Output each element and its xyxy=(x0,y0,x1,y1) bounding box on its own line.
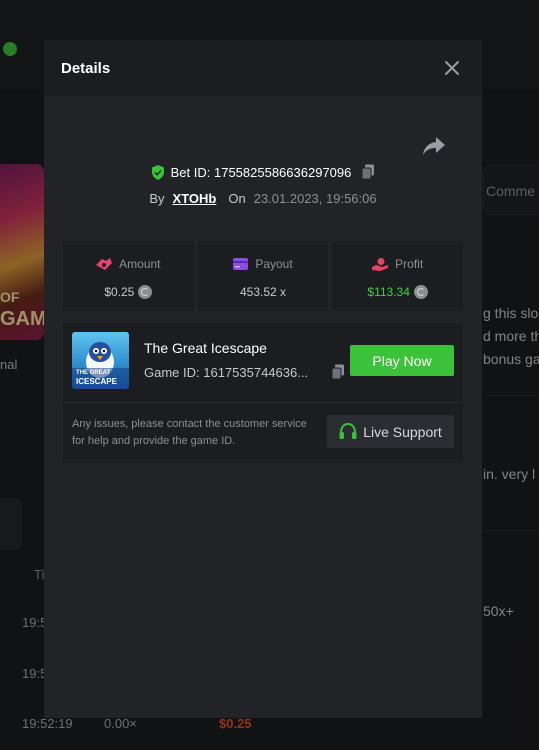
card-divider xyxy=(63,402,463,403)
username-link[interactable]: XTOHb xyxy=(173,191,217,206)
bet-id-row: Bet ID: 1755825586636297096 xyxy=(44,162,482,182)
headset-icon xyxy=(339,423,357,439)
game-thumb-title: THE GREAT ICESCAPE xyxy=(76,370,117,386)
on-label: On xyxy=(228,190,246,206)
modal-header: Details xyxy=(44,40,482,96)
bet-details-modal: Details Bet ID: 1755825586636297096 By X… xyxy=(44,40,482,718)
stat-label: Payout xyxy=(255,257,293,271)
stat-value: $113.34 xyxy=(367,285,410,299)
payout-card-icon xyxy=(233,258,249,270)
stat-label: Amount xyxy=(119,257,161,271)
stat-profit: Profit $113.34 xyxy=(332,241,464,311)
copy-bet-id-icon[interactable] xyxy=(361,164,375,180)
modal-title: Details xyxy=(61,60,111,77)
copy-game-id-icon[interactable] xyxy=(331,364,345,380)
play-now-button[interactable]: Play Now xyxy=(350,345,454,376)
profit-icon xyxy=(372,257,389,271)
share-icon[interactable] xyxy=(422,135,446,157)
game-thumbnail[interactable]: THE GREAT ICESCAPE xyxy=(72,332,129,389)
by-label: By xyxy=(149,190,165,206)
stat-value: 453.52 x xyxy=(239,285,287,299)
bet-id: Bet ID: 1755825586636297096 xyxy=(170,164,352,180)
game-id-row: Game ID: 1617535744636... xyxy=(144,364,345,380)
coin-icon xyxy=(138,285,153,299)
live-support-button[interactable]: Live Support xyxy=(327,415,454,448)
stat-amount: Amount $0.25 xyxy=(63,241,194,311)
bet-stats: Amount $0.25 Payout 453.52 x Profit $113… xyxy=(63,241,464,311)
game-card: THE GREAT ICESCAPE The Great Icescape Ga… xyxy=(63,323,463,463)
game-name: The Great Icescape xyxy=(144,340,267,356)
support-instructions: Any issues, please contact the customer … xyxy=(72,418,307,447)
amount-icon xyxy=(96,258,113,270)
verified-shield-icon xyxy=(151,164,164,180)
stat-value: $0.25 xyxy=(104,285,135,299)
bet-date: 23.01.2023, 19:56:06 xyxy=(253,190,377,206)
live-support-label: Live Support xyxy=(363,423,442,440)
close-icon[interactable] xyxy=(440,56,464,80)
bet-meta-row: By XTOHb On 23.01.2023, 19:56:06 xyxy=(44,188,482,208)
stat-label: Profit xyxy=(395,257,424,271)
stat-payout: Payout 453.52 x xyxy=(197,241,329,311)
game-id: Game ID: 1617535744636... xyxy=(144,364,309,380)
coin-icon xyxy=(413,285,428,299)
